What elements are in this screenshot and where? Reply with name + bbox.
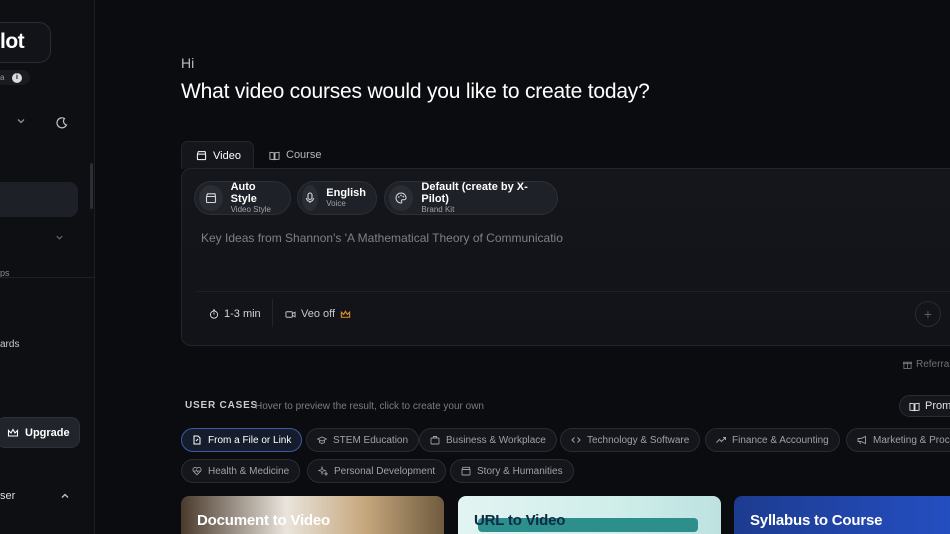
sidebar-user[interactable]: ser [0,490,15,502]
chevron-down-icon[interactable] [55,233,64,242]
timer-icon [209,309,219,319]
greeting: Hi [181,55,195,71]
duration-selector[interactable]: 1-3 min [209,308,261,320]
info-icon[interactable]: i [12,73,22,83]
duration-value: 1-3 min [224,308,261,320]
video-style-selector[interactable]: Auto Style Video Style [194,181,291,215]
category-business-workplace[interactable]: Business & Workplace [419,428,557,452]
tab-course-label: Course [286,149,322,161]
book-icon [909,402,920,411]
prompt-library-button[interactable]: Promp [899,395,950,417]
voice-label: Voice [326,199,346,208]
use-case-card-document-to-video[interactable]: Document to Video [181,496,444,534]
sidebar: lot a i ps ards Upgrade ser [0,0,95,534]
referral-label: Referra [916,359,950,370]
book-icon [269,151,280,160]
clapperboard-icon [196,151,207,161]
chevron-up-icon[interactable] [60,491,70,501]
toolbar-separator [272,299,273,327]
moon-icon[interactable] [55,116,69,130]
graduation-cap-icon [317,436,327,444]
tab-video[interactable]: Video [181,141,254,169]
category-from-file-or-link[interactable]: From a File or Link [181,428,303,452]
prompt-input[interactable]: Key Ideas from Shannon's 'A Mathematical… [201,231,563,245]
panel-divider [197,291,950,292]
page-title: What video courses would you like to cre… [181,80,650,103]
film-icon [461,466,471,476]
sparkles-icon [318,466,328,476]
crown-icon [340,309,351,318]
category-finance-accounting[interactable]: Finance & Accounting [705,428,840,452]
use-cases-hint: Hover to preview the result, click to cr… [255,401,484,412]
tab-video-label: Video [213,149,241,162]
category-technology-software[interactable]: Technology & Software [560,428,701,452]
category-label: Marketing & Proc [873,434,950,446]
crown-icon [7,427,19,437]
logo[interactable]: lot [0,30,25,54]
use-case-card-syllabus-to-course[interactable]: Syllabus to Course [734,496,950,534]
file-link-icon [193,435,201,445]
category-label: Business & Workplace [446,434,546,446]
category-label: Finance & Accounting [732,434,829,446]
referral-link[interactable]: Referra [903,359,949,370]
card-title: Syllabus to Course [750,512,883,529]
category-label: STEM Education [333,434,409,446]
heart-pulse-icon [192,467,202,476]
sidebar-divider [0,277,95,278]
sidebar-item-active[interactable] [0,182,78,217]
plan-badge: a i [0,70,30,85]
video-camera-icon [285,310,296,318]
video-style-label: Video Style [230,205,271,214]
category-personal-development[interactable]: Personal Development [307,459,447,483]
card-title: URL to Video [474,512,566,529]
trending-up-icon [716,437,726,443]
clapperboard-icon [199,185,223,211]
brand-kit-value: Default (create by X-Pilot) [421,181,528,205]
prompt-library-label: Promp [925,400,950,412]
category-label: Story & Humanities [477,465,563,477]
category-stem-education[interactable]: STEM Education [306,428,420,452]
tab-course[interactable]: Course [269,141,321,169]
use-cases-title: USER CASES [185,400,259,411]
card-title: Document to Video [197,512,330,529]
briefcase-icon [430,436,440,445]
voice-value: English [326,187,366,199]
video-style-value: Auto Style [230,181,257,205]
code-icon [571,437,581,443]
category-label: Health & Medicine [208,465,290,477]
veo-label: Veo off [301,308,336,320]
megaphone-icon [857,435,866,445]
voice-selector[interactable]: English Voice [297,181,377,215]
category-health-medicine[interactable]: Health & Medicine [181,459,301,483]
upgrade-button[interactable]: Upgrade [0,417,80,448]
brand-kit-selector[interactable]: Default (create by X-Pilot) Brand Kit [384,181,558,215]
brand-kit-label: Brand Kit [421,205,455,214]
microphone-icon [302,185,319,211]
category-marketing[interactable]: Marketing & Proc [846,428,950,452]
upgrade-label: Upgrade [25,426,70,439]
plan-badge-text: a [0,73,5,82]
gift-icon [903,361,912,369]
sidebar-scrollbar[interactable] [90,163,93,209]
veo-toggle[interactable]: Veo off [285,308,351,320]
category-story-humanities[interactable]: Story & Humanities [450,459,574,483]
use-case-card-url-to-video[interactable]: URL to Video [458,496,721,534]
category-label: From a File or Link [208,434,292,446]
palette-icon [389,185,414,211]
sidebar-item-cards[interactable]: ards [0,339,19,350]
chevron-down-icon[interactable] [16,116,26,126]
category-label: Technology & Software [587,434,690,446]
category-label: Personal Development [334,465,436,477]
add-button[interactable]: + [915,301,941,327]
